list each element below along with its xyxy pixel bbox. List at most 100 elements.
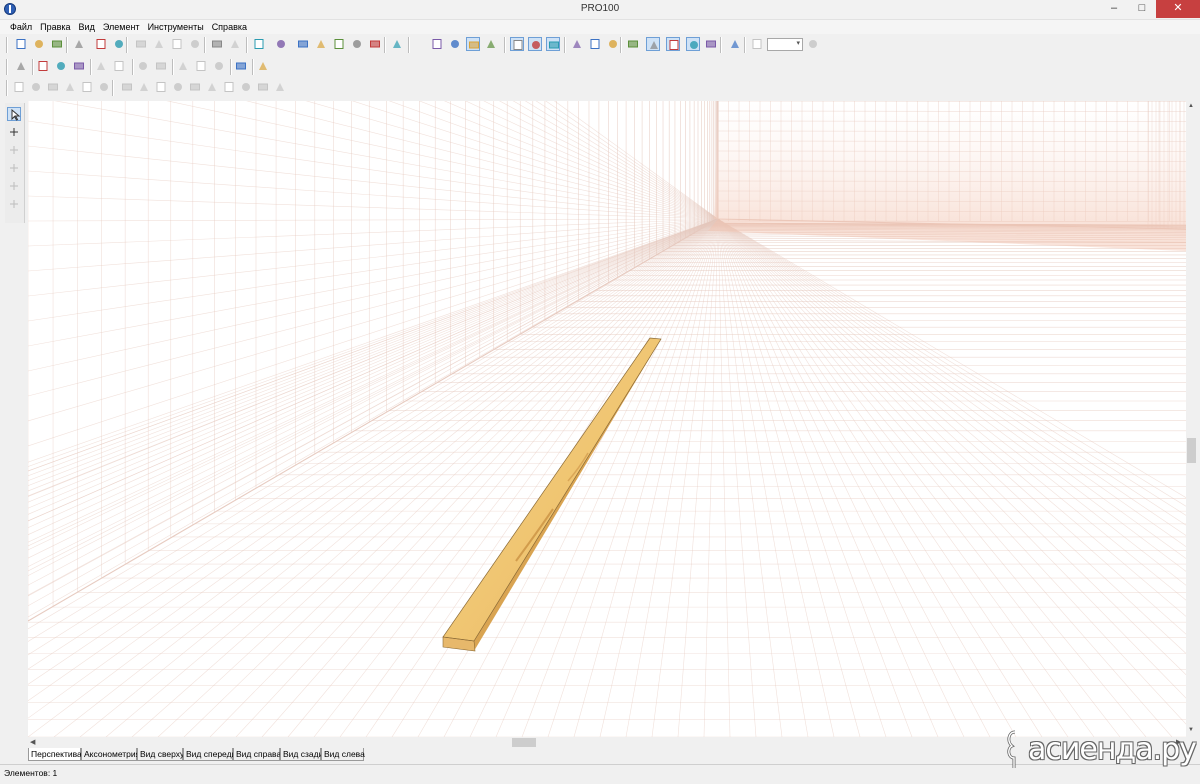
new-file-icon[interactable] xyxy=(14,37,28,51)
list-icon[interactable] xyxy=(274,37,288,51)
menu-view[interactable]: Вид xyxy=(75,20,99,34)
edge-icon[interactable] xyxy=(234,59,248,73)
ruler-icon[interactable] xyxy=(646,37,660,51)
mirror-horizontal-icon[interactable] xyxy=(154,59,168,73)
group-icon[interactable] xyxy=(252,37,266,51)
magnet-icon[interactable] xyxy=(686,37,700,51)
align-8-icon[interactable] xyxy=(239,80,253,94)
element-5-icon[interactable] xyxy=(368,37,382,51)
view-shaded-icon[interactable] xyxy=(484,37,498,51)
status-element-count: Элементов: 1 xyxy=(4,768,58,778)
explode-icon[interactable] xyxy=(7,125,21,139)
minimize-button[interactable]: – xyxy=(1100,0,1128,18)
chevron-down-icon[interactable]: ▾ xyxy=(796,39,800,47)
horizontal-scroll-thumb[interactable] xyxy=(512,738,536,747)
align-bottom-icon[interactable] xyxy=(97,80,111,94)
measure-icon[interactable] xyxy=(626,37,640,51)
distribute-4-icon[interactable] xyxy=(171,80,185,94)
menu-help[interactable]: Справка xyxy=(208,20,251,34)
zoom-tool-icon[interactable] xyxy=(7,197,21,211)
scale-icon[interactable] xyxy=(94,59,108,73)
select-all-icon[interactable] xyxy=(14,59,28,73)
align-center-icon[interactable] xyxy=(29,80,43,94)
dimensions-icon[interactable] xyxy=(570,37,584,51)
viewport-3d[interactable] xyxy=(28,101,1186,737)
distribute-v-icon[interactable] xyxy=(137,80,151,94)
page-icon[interactable] xyxy=(7,143,21,157)
element-3-icon[interactable] xyxy=(332,37,346,51)
tab-back-view[interactable]: Вид сзади xyxy=(280,748,323,761)
menu-file[interactable]: Файл xyxy=(6,20,36,34)
tab-front-view[interactable]: Вид спереди xyxy=(183,748,236,761)
view-box-2-icon[interactable] xyxy=(528,37,542,51)
align-9-icon[interactable] xyxy=(256,80,270,94)
rotate-element-icon[interactable] xyxy=(176,59,190,73)
edit-icon[interactable] xyxy=(7,179,21,193)
toolbar-separator xyxy=(6,37,8,53)
element-1-icon[interactable] xyxy=(296,37,310,51)
zoom-combobox[interactable]: ▾ xyxy=(767,38,803,51)
align-5-icon[interactable] xyxy=(188,80,202,94)
pencil-icon[interactable] xyxy=(72,59,86,73)
distribute-h-icon[interactable] xyxy=(120,80,134,94)
rotate-icon[interactable] xyxy=(54,59,68,73)
light-bulb-1-icon[interactable] xyxy=(588,37,602,51)
undo-icon[interactable] xyxy=(210,37,224,51)
view-solid-icon[interactable] xyxy=(466,37,480,51)
print-preview-icon[interactable] xyxy=(112,37,126,51)
light-bulb-2-icon[interactable] xyxy=(606,37,620,51)
align-right-icon[interactable] xyxy=(80,80,94,94)
move-cross-icon[interactable] xyxy=(194,59,208,73)
toolbar-separator xyxy=(90,59,92,75)
view-hidden-icon[interactable] xyxy=(448,37,462,51)
align-7-icon[interactable] xyxy=(222,80,236,94)
save-icon[interactable] xyxy=(50,37,64,51)
redo-icon[interactable] xyxy=(228,37,242,51)
grid-icon[interactable] xyxy=(666,37,680,51)
scale-2-icon[interactable] xyxy=(112,59,126,73)
align-stack-icon[interactable] xyxy=(63,80,77,94)
tab-right-view[interactable]: Вид справа xyxy=(233,748,281,761)
zoom-in-icon[interactable] xyxy=(806,37,820,51)
properties-icon[interactable] xyxy=(72,37,86,51)
view-wire-icon[interactable] xyxy=(430,37,444,51)
tab-top-view[interactable]: Вид сверху xyxy=(137,748,184,761)
mirror-vertical-icon[interactable] xyxy=(136,59,150,73)
copy-icon[interactable] xyxy=(152,37,166,51)
delete-element-icon[interactable] xyxy=(256,59,270,73)
dimension-icon[interactable] xyxy=(7,161,21,175)
cut-icon[interactable] xyxy=(134,37,148,51)
menu-edit[interactable]: Правка xyxy=(36,20,74,34)
move-up-icon[interactable] xyxy=(212,59,226,73)
close-button[interactable]: ✕ xyxy=(1156,0,1200,18)
align-6-icon[interactable] xyxy=(205,80,219,94)
align-10-icon[interactable] xyxy=(273,80,287,94)
maximize-button[interactable]: □ xyxy=(1128,0,1156,18)
sum-icon[interactable] xyxy=(390,37,404,51)
view-box-icon[interactable] xyxy=(510,37,524,51)
menu-tools[interactable]: Инструменты xyxy=(144,20,208,34)
menu-element[interactable]: Элемент xyxy=(99,20,144,34)
vertical-scroll-thumb[interactable] xyxy=(1187,438,1196,463)
align-left-icon[interactable] xyxy=(12,80,26,94)
element-2-icon[interactable] xyxy=(314,37,328,51)
stop-icon[interactable] xyxy=(728,37,742,51)
print-icon[interactable] xyxy=(94,37,108,51)
element-4-icon[interactable] xyxy=(350,37,364,51)
paste-icon[interactable] xyxy=(170,37,184,51)
align-top-icon[interactable] xyxy=(46,80,60,94)
tab-left-view[interactable]: Вид слева xyxy=(321,748,365,761)
view-textured-icon[interactable] xyxy=(546,37,560,51)
select-arrow-icon[interactable] xyxy=(7,107,21,121)
scroll-up-icon[interactable]: ▲ xyxy=(1188,103,1194,109)
scroll-left-icon[interactable]: ◀ xyxy=(30,738,35,746)
zoom-out-icon[interactable] xyxy=(750,37,764,51)
vertical-scrollbar[interactable]: ▲ ▼ xyxy=(1186,101,1197,747)
snap-icon[interactable] xyxy=(704,37,718,51)
tab-axonometry[interactable]: Аксонометрия xyxy=(81,748,140,761)
move-vertical-icon[interactable] xyxy=(36,59,50,73)
tab-perspective[interactable]: Перспектива xyxy=(28,748,82,761)
distribute-3-icon[interactable] xyxy=(154,80,168,94)
delete-icon[interactable] xyxy=(188,37,202,51)
open-folder-icon[interactable] xyxy=(32,37,46,51)
